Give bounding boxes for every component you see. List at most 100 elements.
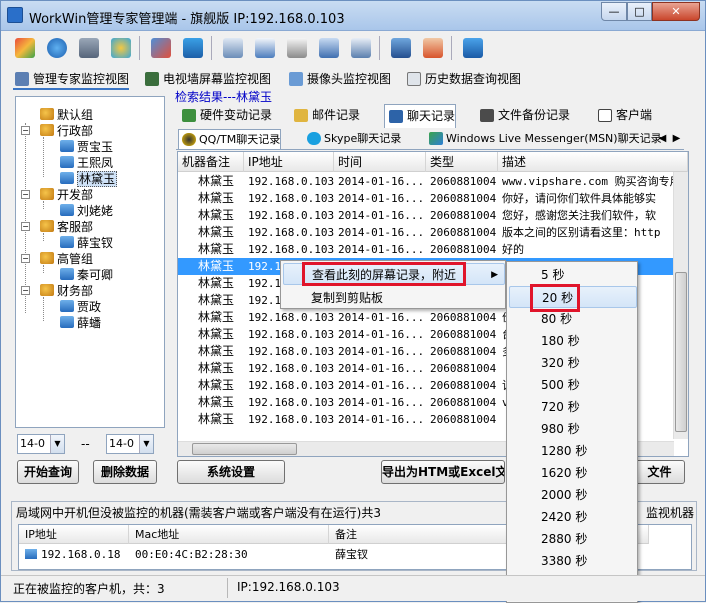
date-from-picker[interactable]: 14-0 ▼ (17, 434, 65, 454)
submenu-item[interactable]: 1280 秒 (509, 440, 637, 462)
table-cell-name: 林黛玉 (198, 191, 235, 205)
toolbar-icon-2[interactable] (43, 34, 69, 60)
group-tree[interactable]: − − − − − 默认组 行政部 贾宝玉 王熙凤 林黛玉 开发部 刘姥姥 客服… (15, 96, 165, 428)
chevron-down-icon[interactable]: ▼ (139, 435, 153, 453)
column-header-type[interactable]: 类型 (426, 152, 498, 172)
table-row[interactable]: 林黛玉 192.168.0.103 2014-01-16... 2060881004 版… (178, 224, 674, 241)
tree-pc-xuepan[interactable]: 薛蟠 (60, 315, 101, 331)
column-header-mac[interactable]: Mac地址 (129, 525, 329, 544)
maximize-button[interactable]: □ (627, 2, 652, 21)
tab-qq-chat[interactable]: QQ/TM聊天记录 (178, 129, 282, 149)
tree-pc-wangxifeng[interactable]: 王熙凤 (60, 155, 113, 171)
tree-pc-qinkeqing[interactable]: 秦可卿 (60, 267, 113, 283)
tree-pc-jiazheng[interactable]: 贾政 (60, 299, 101, 315)
tree-pc-xuebaochai[interactable]: 薛宝钗 (60, 235, 113, 251)
table-row[interactable]: 林黛玉 192.168.0.103 2014-01-16... 2060881004 您… (178, 207, 674, 224)
chevron-down-icon[interactable]: ▼ (50, 435, 64, 453)
toolbar-icon-5[interactable] (147, 34, 173, 60)
date-to-picker[interactable]: 14-0 ▼ (106, 434, 154, 454)
toolbar-icon-6[interactable] (179, 34, 205, 60)
tab-monitor-view[interactable]: 管理专家监控视图 (13, 69, 130, 90)
tree-group-admin[interactable]: 行政部 (40, 123, 93, 139)
expand-toggle[interactable]: − (21, 286, 30, 295)
delete-data-button[interactable]: 删除数据 (93, 460, 157, 484)
tree-pc-lindaiyu[interactable]: 林黛玉 (60, 171, 118, 187)
tab-client[interactable]: 客户端 (594, 104, 652, 128)
expand-toggle[interactable]: − (21, 222, 30, 231)
submenu-item[interactable]: 5 秒 (509, 264, 637, 286)
submenu-item[interactable]: 1620 秒 (509, 462, 637, 484)
export-button[interactable]: 导出为HTM或Excel文 (381, 460, 505, 484)
toolbar-icon-4[interactable] (107, 34, 133, 60)
submenu-item[interactable]: 980 秒 (509, 418, 637, 440)
tree-group-finance[interactable]: 财务部 (40, 283, 93, 299)
minimize-button[interactable]: — (601, 2, 627, 21)
column-header-desc[interactable]: 描述 (498, 152, 688, 172)
tab-skype-chat[interactable]: Skype聊天记录 (304, 129, 401, 149)
toolbar-icon-10[interactable] (315, 34, 341, 60)
submenu-item[interactable]: 500 秒 (509, 374, 637, 396)
row-ip: 192.168.0.18 (41, 548, 121, 561)
tree-group-exec[interactable]: 高管组 (40, 251, 93, 267)
column-header-ip[interactable]: IP地址 (19, 525, 129, 544)
toolbar-icon-8[interactable] (251, 34, 277, 60)
tab-camera-view[interactable]: 摄像头监控视图 (287, 69, 391, 90)
tree-group-default[interactable]: 默认组 (40, 107, 93, 123)
toolbar-icon-12[interactable] (387, 34, 413, 60)
table-row[interactable]: 林黛玉 192.168.0.103 2014-01-16... 2060881004 你… (178, 190, 674, 207)
expand-toggle[interactable]: − (21, 126, 30, 135)
tab-msn-chat[interactable]: Windows Live Messenger(MSN)聊天记录 (426, 129, 662, 149)
tree-group-dev[interactable]: 开发部 (40, 187, 93, 203)
toolbar-icon-3[interactable] (75, 34, 101, 60)
scroll-thumb[interactable] (675, 272, 687, 432)
submenu-item[interactable]: 3380 秒 (509, 550, 637, 572)
toolbar-icon-1[interactable] (11, 34, 37, 60)
tab-tv-wall-view[interactable]: 电视墙屏幕监控视图 (143, 69, 271, 90)
title-bar[interactable]: WorkWin管理专家管理端 - 旗舰版 IP:192.168.0.103 — … (1, 1, 705, 31)
toolbar-icon-13[interactable] (419, 34, 445, 60)
column-header-time[interactable]: 时间 (334, 152, 426, 172)
chevron-left-icon[interactable]: ◀ (656, 132, 669, 146)
submenu-item[interactable]: 320 秒 (509, 352, 637, 374)
tree-node-label: 林黛玉 (77, 171, 118, 187)
vertical-scrollbar[interactable] (673, 172, 688, 439)
expand-toggle[interactable]: − (21, 254, 30, 263)
table-cell[interactable]: 192.168.0.18 (19, 546, 120, 563)
submenu-item[interactable]: 2880 秒 (509, 528, 637, 550)
tree-group-service[interactable]: 客服部 (40, 219, 93, 235)
column-header-ip[interactable]: IP地址 (244, 152, 334, 172)
submenu-item[interactable]: 720 秒 (509, 396, 637, 418)
menu-item-copy-clipboard[interactable]: 复制到剪贴板 (283, 287, 505, 309)
chevron-right-icon[interactable]: ▶ (670, 132, 683, 146)
table-cell-name: 林黛玉 (198, 344, 235, 358)
toolbar-icon-9[interactable] (283, 34, 309, 60)
column-header-note[interactable]: 机器备注 (178, 152, 244, 172)
submenu-item[interactable]: 2420 秒 (509, 506, 637, 528)
table-row[interactable]: 林黛玉 192.168.0.103 2014-01-16... 2060881004 好… (178, 241, 674, 258)
computer-icon (60, 172, 74, 184)
submenu-item[interactable]: 2000 秒 (509, 484, 637, 506)
table-row[interactable]: 林黛玉 192.168.0.103 2014-01-16... 2060881004 w… (178, 173, 674, 190)
toolbar-icon-11[interactable] (347, 34, 373, 60)
scroll-thumb[interactable] (192, 443, 297, 455)
date-range-separator: -- (81, 437, 90, 451)
row-note[interactable]: 薛宝钗 (329, 546, 368, 563)
toolbar-icon-7[interactable] (219, 34, 245, 60)
date-to-value: 14-0 (109, 437, 134, 450)
tab-chat-records[interactable]: 聊天记录 (384, 104, 457, 128)
close-button[interactable]: ✕ (652, 2, 700, 21)
tree-pc-jiabaoyu[interactable]: 贾宝玉 (60, 139, 113, 155)
start-query-button[interactable]: 开始查询 (17, 460, 79, 484)
tree-pc-liulaolao[interactable]: 刘姥姥 (60, 203, 113, 219)
highlight-box (530, 284, 580, 312)
system-settings-button[interactable]: 系统设置 (177, 460, 285, 484)
toolbar-icon-14[interactable] (459, 34, 485, 60)
export-file-button[interactable]: 文件 (635, 460, 685, 484)
tab-mail-records[interactable]: 邮件记录 (290, 104, 360, 128)
submenu-item[interactable]: 180 秒 (509, 330, 637, 352)
expand-toggle[interactable]: − (21, 190, 30, 199)
tab-history-view[interactable]: 历史数据查询视图 (405, 69, 521, 90)
tab-file-backup[interactable]: 文件备份记录 (476, 104, 570, 128)
tab-hardware-change[interactable]: 硬件变动记录 (178, 104, 272, 128)
row-mac[interactable]: 00:E0:4C:B2:28:30 (129, 546, 248, 563)
